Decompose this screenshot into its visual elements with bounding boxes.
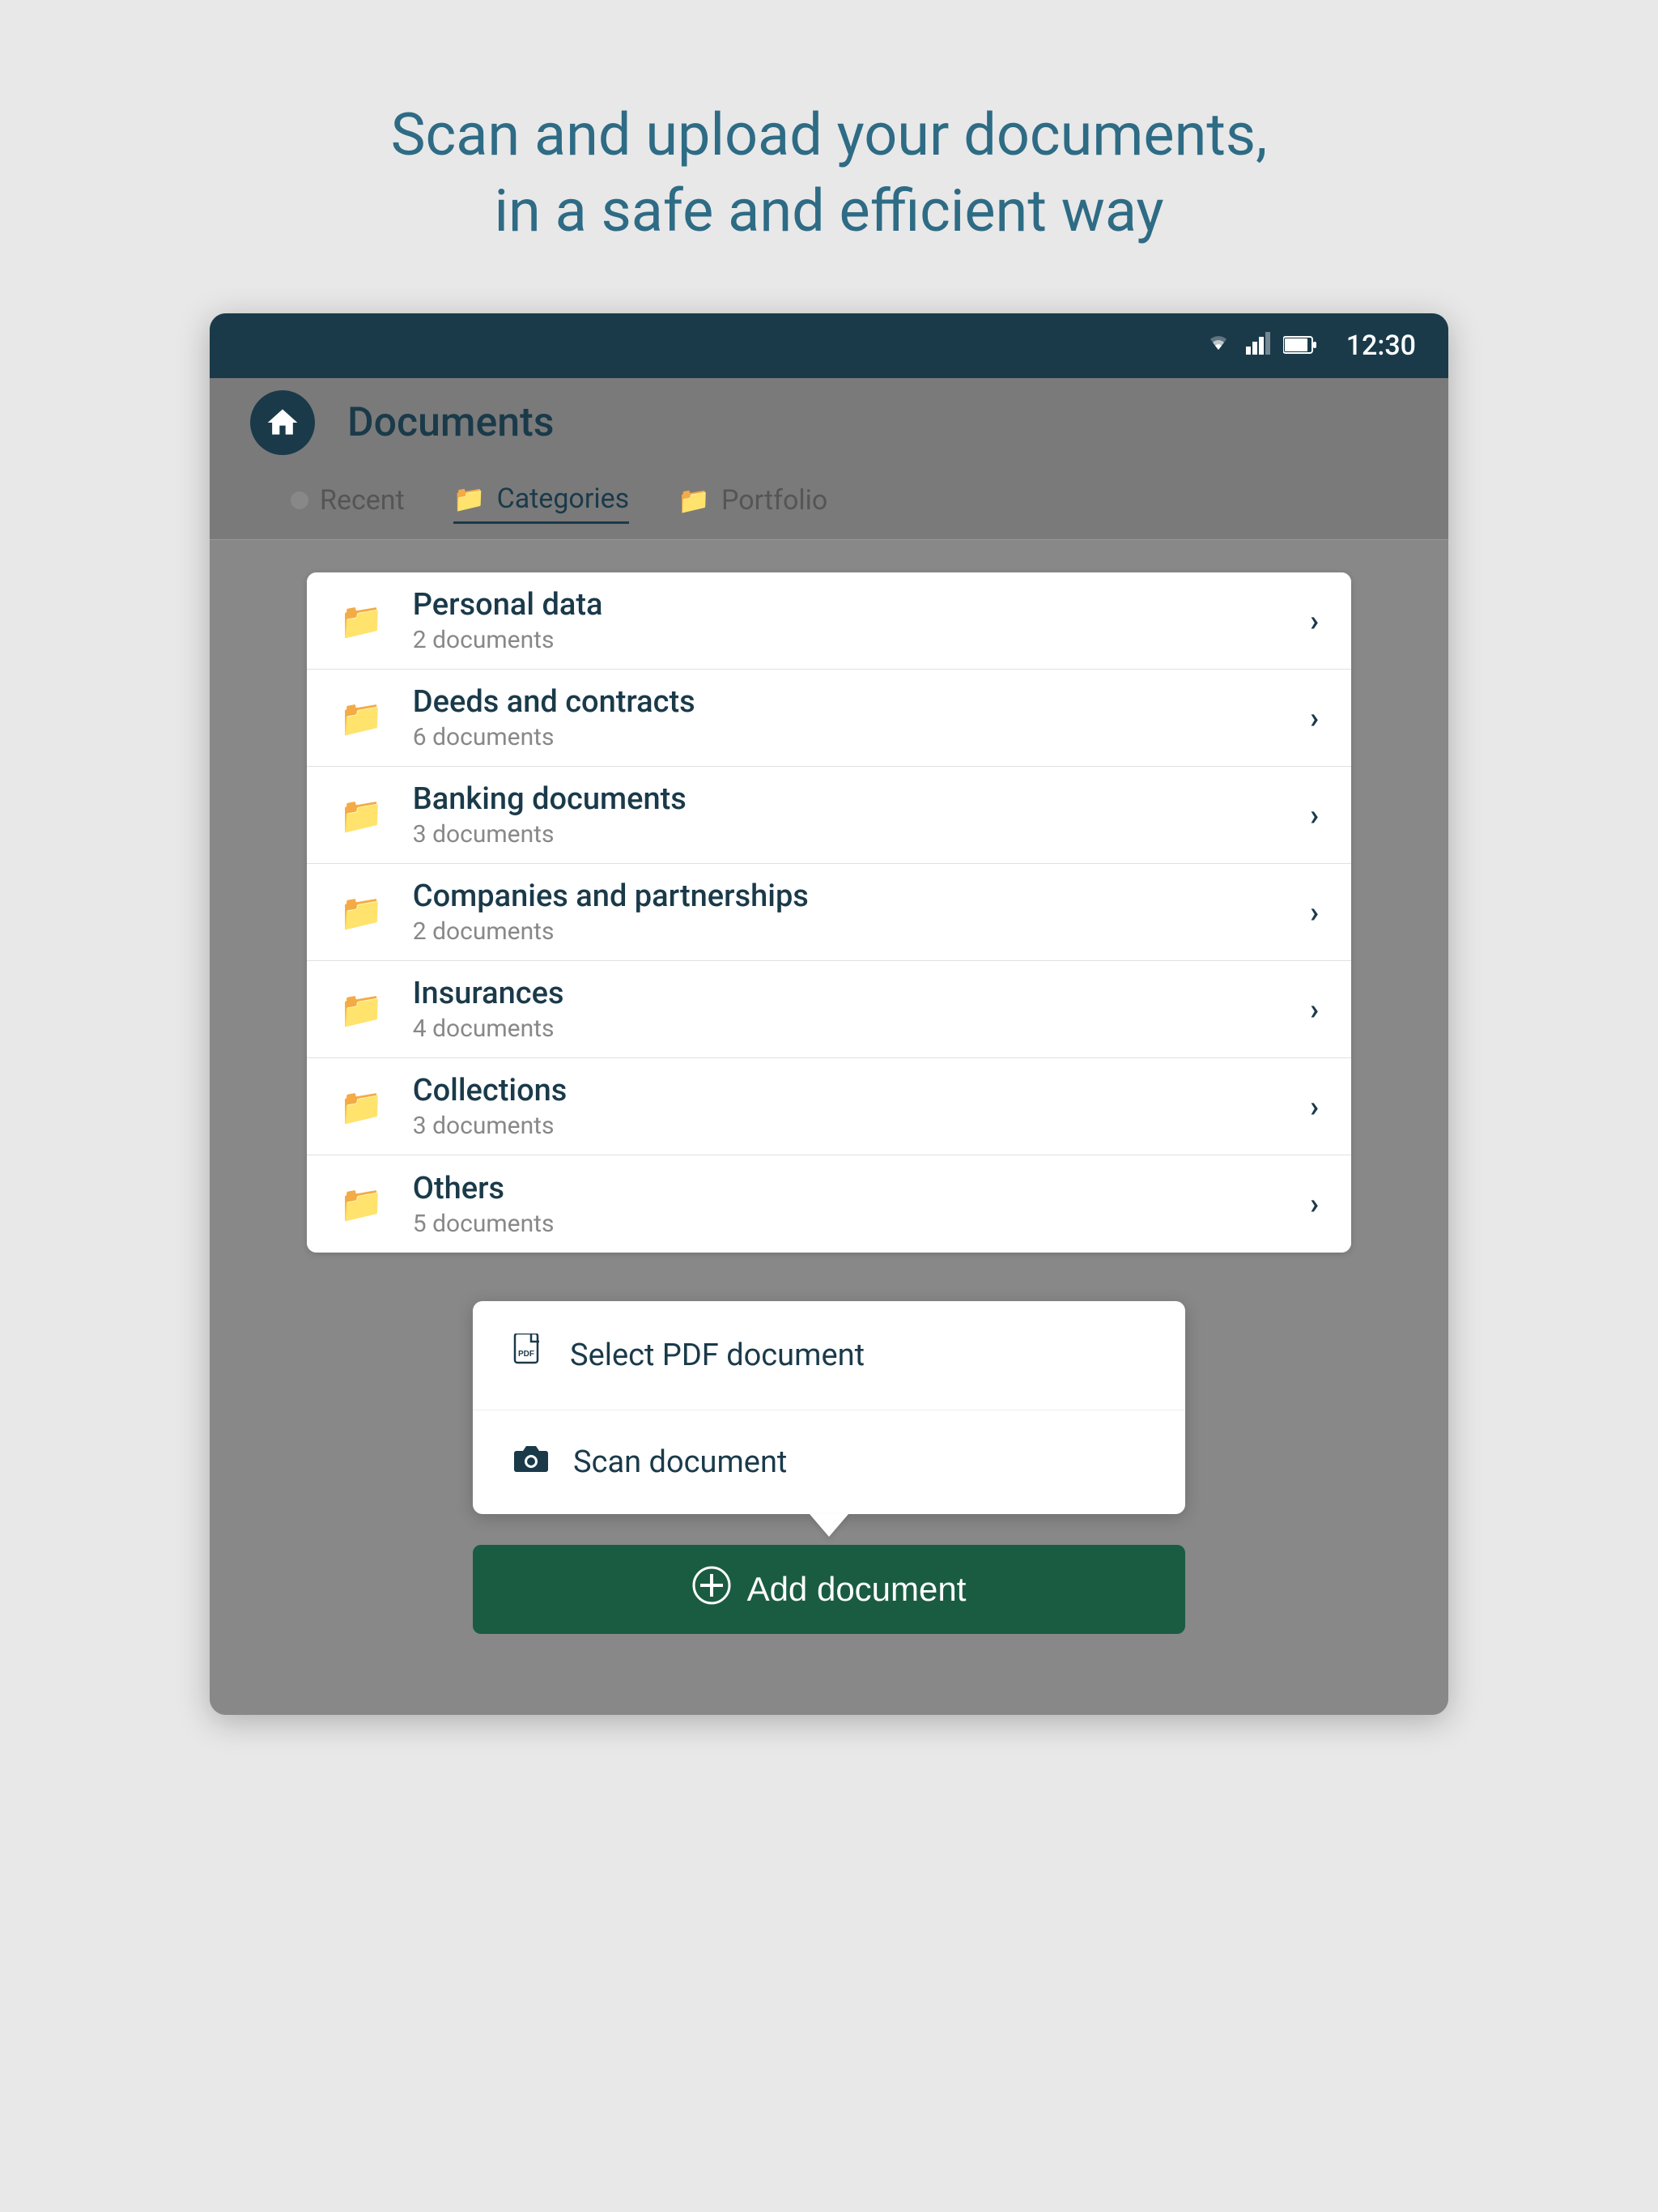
- chevron-right-companies: ›: [1310, 895, 1319, 929]
- app-title: Documents: [347, 399, 554, 446]
- tab-recent[interactable]: Recent: [291, 484, 405, 523]
- tab-categories-label: Categories: [497, 483, 630, 515]
- signal-icon: [1246, 330, 1270, 361]
- status-icons: 12:30: [1204, 330, 1416, 362]
- category-count-insurances: 4 documents: [413, 1015, 1310, 1043]
- home-button[interactable]: [250, 390, 315, 455]
- app-frame: 12:30 Documents Recent 📁 Categories 📁 Po…: [210, 313, 1448, 1715]
- app-header: Documents: [210, 378, 1448, 467]
- tabs-bar: Recent 📁 Categories 📁 Portfolio: [210, 467, 1448, 540]
- category-item-insurances[interactable]: 📁 Insurances 4 documents ›: [307, 961, 1351, 1058]
- chevron-right-personal: ›: [1310, 604, 1319, 638]
- category-item-personal[interactable]: 📁 Personal data 2 documents ›: [307, 572, 1351, 670]
- hero-section: Scan and upload your documents, in a saf…: [391, 97, 1268, 249]
- category-info-deeds: Deeds and contracts 6 documents: [413, 684, 1310, 751]
- camera-icon: [513, 1443, 549, 1482]
- category-name-others: Others: [413, 1171, 1310, 1206]
- add-circle-icon: [692, 1566, 731, 1614]
- add-document-button[interactable]: Add document: [473, 1545, 1185, 1634]
- category-name-collections: Collections: [413, 1073, 1310, 1108]
- wifi-icon: [1204, 330, 1233, 361]
- category-info-others: Others 5 documents: [413, 1171, 1310, 1238]
- folder-icon-personal: 📁: [339, 600, 384, 642]
- content-area: 📁 Personal data 2 documents › 📁 Deeds an…: [210, 540, 1448, 1715]
- folder-icon-banking: 📁: [339, 794, 384, 836]
- category-item-banking[interactable]: 📁 Banking documents 3 documents ›: [307, 767, 1351, 864]
- folder-icon-companies: 📁: [339, 891, 384, 934]
- home-icon: [265, 405, 300, 440]
- chevron-right-banking: ›: [1310, 798, 1319, 832]
- category-name-banking: Banking documents: [413, 781, 1310, 817]
- category-item-companies[interactable]: 📁 Companies and partnerships 2 documents…: [307, 864, 1351, 961]
- categories-folder-icon: 📁: [453, 483, 486, 514]
- chevron-right-insurances: ›: [1310, 993, 1319, 1027]
- hero-line2: in a safe and efficient way: [494, 177, 1163, 245]
- folder-icon-others: 📁: [339, 1183, 384, 1225]
- select-pdf-label: Select PDF document: [570, 1338, 865, 1373]
- popup-item-select-pdf[interactable]: PDF Select PDF document: [473, 1301, 1185, 1410]
- portfolio-folder-icon: 📁: [678, 485, 710, 516]
- tab-portfolio[interactable]: 📁 Portfolio: [678, 484, 827, 523]
- add-document-label: Add document: [747, 1570, 967, 1609]
- folder-icon-deeds: 📁: [339, 697, 384, 739]
- category-item-deeds[interactable]: 📁 Deeds and contracts 6 documents ›: [307, 670, 1351, 767]
- category-count-collections: 3 documents: [413, 1112, 1310, 1140]
- battery-icon: [1283, 330, 1317, 361]
- chevron-right-deeds: ›: [1310, 701, 1319, 735]
- folder-icon-insurances: 📁: [339, 989, 384, 1031]
- tab-categories[interactable]: 📁 Categories: [453, 483, 629, 524]
- scan-doc-label: Scan document: [573, 1444, 787, 1480]
- category-count-others: 5 documents: [413, 1210, 1310, 1238]
- folder-icon-collections: 📁: [339, 1086, 384, 1128]
- svg-text:PDF: PDF: [518, 1350, 534, 1359]
- status-time: 12:30: [1346, 330, 1416, 362]
- category-info-collections: Collections 3 documents: [413, 1073, 1310, 1140]
- status-bar: 12:30: [210, 313, 1448, 378]
- chevron-right-others: ›: [1310, 1187, 1319, 1221]
- tab-recent-label: Recent: [320, 484, 405, 517]
- category-info-banking: Banking documents 3 documents: [413, 781, 1310, 849]
- hero-line1: Scan and upload your documents,: [391, 100, 1268, 169]
- category-info-insurances: Insurances 4 documents: [413, 976, 1310, 1043]
- recent-dot-icon: [291, 491, 308, 509]
- popup-item-scan[interactable]: Scan document: [473, 1410, 1185, 1514]
- popup-arrow: [810, 1514, 848, 1537]
- category-name-insurances: Insurances: [413, 976, 1310, 1011]
- pdf-icon: PDF: [513, 1334, 546, 1377]
- category-count-companies: 2 documents: [413, 917, 1310, 946]
- category-name-personal: Personal data: [413, 587, 1310, 623]
- category-item-others[interactable]: 📁 Others 5 documents ›: [307, 1155, 1351, 1253]
- popup-menu: PDF Select PDF document Scan document: [473, 1301, 1185, 1514]
- category-count-deeds: 6 documents: [413, 723, 1310, 751]
- category-info-companies: Companies and partnerships 2 documents: [413, 878, 1310, 946]
- category-count-banking: 3 documents: [413, 820, 1310, 849]
- category-name-companies: Companies and partnerships: [413, 878, 1310, 914]
- category-count-personal: 2 documents: [413, 626, 1310, 654]
- category-name-deeds: Deeds and contracts: [413, 684, 1310, 720]
- tab-portfolio-label: Portfolio: [721, 484, 827, 517]
- category-info-personal: Personal data 2 documents: [413, 587, 1310, 654]
- chevron-right-collections: ›: [1310, 1090, 1319, 1124]
- category-item-collections[interactable]: 📁 Collections 3 documents ›: [307, 1058, 1351, 1155]
- category-list: 📁 Personal data 2 documents › 📁 Deeds an…: [307, 572, 1351, 1253]
